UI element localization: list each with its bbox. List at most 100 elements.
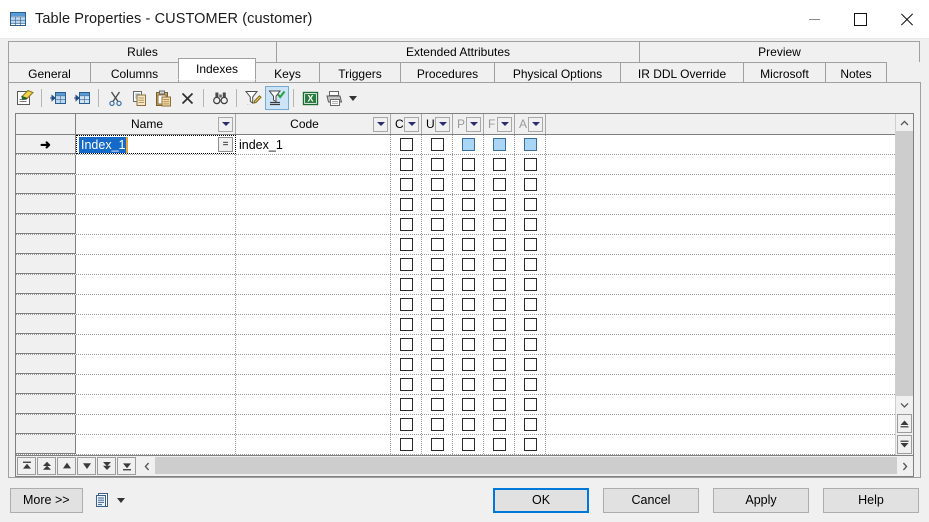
checkbox-p[interactable] — [461, 158, 475, 171]
cut-button[interactable] — [103, 86, 127, 110]
cell-f[interactable] — [484, 315, 515, 334]
checkbox-c[interactable] — [399, 278, 413, 291]
checkbox-p[interactable] — [461, 298, 475, 311]
cell-code[interactable] — [236, 395, 391, 414]
cell-f[interactable] — [484, 435, 515, 454]
cell-code[interactable] — [236, 255, 391, 274]
help-button[interactable]: Help — [823, 487, 919, 513]
cell-f[interactable] — [484, 215, 515, 234]
grid-corner-header[interactable] — [16, 114, 76, 134]
row-header[interactable] — [16, 275, 76, 294]
filter-dropdown-icon-a[interactable] — [528, 116, 543, 132]
cell-c[interactable] — [391, 215, 422, 234]
cell-code[interactable] — [236, 435, 391, 454]
cell-p[interactable] — [453, 175, 484, 194]
column-header-a[interactable]: A — [515, 114, 546, 134]
cell-code[interactable] — [236, 275, 391, 294]
checkbox-f[interactable] — [492, 318, 506, 331]
column-header-p[interactable]: P — [453, 114, 484, 134]
cell-u[interactable] — [422, 335, 453, 354]
checkbox-a[interactable] — [523, 158, 537, 171]
close-button[interactable] — [883, 0, 929, 38]
cell-p[interactable] — [453, 375, 484, 394]
checkbox-f[interactable] — [492, 218, 506, 231]
checkbox-u[interactable] — [430, 238, 444, 251]
cell-u[interactable] — [422, 175, 453, 194]
row-header[interactable]: ➜ — [16, 135, 76, 154]
checkbox-c[interactable] — [399, 218, 413, 231]
cell-name[interactable] — [76, 315, 236, 334]
minimize-button[interactable] — [791, 0, 837, 38]
cell-c[interactable] — [391, 135, 422, 154]
tab-microsoft[interactable]: Microsoft — [743, 62, 826, 84]
vertical-scrollbar[interactable] — [895, 114, 913, 455]
cell-a[interactable] — [515, 415, 546, 434]
checkbox-f[interactable] — [492, 418, 506, 431]
cell-code[interactable] — [236, 215, 391, 234]
print-button[interactable] — [322, 86, 346, 110]
checkbox-u[interactable] — [430, 438, 444, 451]
cell-u[interactable] — [422, 155, 453, 174]
checkbox-p[interactable] — [461, 398, 475, 411]
scroll-bottom-button[interactable] — [897, 435, 912, 454]
checkbox-u[interactable] — [430, 158, 444, 171]
checkbox-p[interactable] — [461, 358, 475, 371]
cell-f[interactable] — [484, 415, 515, 434]
cell-a[interactable] — [515, 395, 546, 414]
toolbar-dropdown-button[interactable] — [346, 86, 360, 110]
nav-page-up-button[interactable] — [37, 457, 56, 475]
checkbox-f[interactable] — [492, 258, 506, 271]
checkbox-u[interactable] — [430, 198, 444, 211]
checkbox-p[interactable] — [461, 178, 475, 191]
checkbox-a[interactable] — [523, 398, 537, 411]
checkbox-u[interactable] — [430, 218, 444, 231]
checkbox-c[interactable] — [399, 318, 413, 331]
checkbox-c[interactable] — [399, 198, 413, 211]
cell-f[interactable] — [484, 175, 515, 194]
checkbox-c[interactable] — [399, 338, 413, 351]
cell-u[interactable] — [422, 255, 453, 274]
cell-name[interactable] — [76, 175, 236, 194]
paste-button[interactable] — [151, 86, 175, 110]
checkbox-a[interactable] — [523, 358, 537, 371]
checkbox-a[interactable] — [523, 178, 537, 191]
cell-u[interactable] — [422, 275, 453, 294]
checkbox-p[interactable] — [461, 238, 475, 251]
cell-code[interactable] — [236, 315, 391, 334]
checkbox-a[interactable] — [523, 298, 537, 311]
cell-p[interactable] — [453, 395, 484, 414]
tab-preview[interactable]: Preview — [639, 41, 920, 62]
cell-name[interactable] — [76, 295, 236, 314]
cell-a[interactable] — [515, 235, 546, 254]
checkbox-u[interactable] — [430, 358, 444, 371]
horizontal-scroll-track[interactable] — [155, 456, 897, 476]
checkbox-c[interactable] — [399, 178, 413, 191]
table-row[interactable] — [16, 335, 895, 355]
cell-a[interactable] — [515, 375, 546, 394]
row-header[interactable] — [16, 295, 76, 314]
cell-name[interactable] — [76, 415, 236, 434]
checkbox-a[interactable] — [523, 238, 537, 251]
cell-c[interactable] — [391, 235, 422, 254]
cell-name[interactable] — [76, 335, 236, 354]
table-row[interactable] — [16, 235, 895, 255]
table-row[interactable] — [16, 435, 895, 455]
checkbox-c[interactable] — [399, 138, 413, 151]
scroll-up-button[interactable] — [896, 114, 913, 131]
cell-name[interactable] — [76, 395, 236, 414]
tab-indexes[interactable]: Indexes — [178, 58, 256, 80]
checkbox-f[interactable] — [492, 138, 506, 151]
cell-c[interactable] — [391, 355, 422, 374]
row-header[interactable] — [16, 435, 76, 454]
cell-f[interactable] — [484, 195, 515, 214]
scroll-right-button[interactable] — [897, 456, 913, 476]
cell-p[interactable] — [453, 235, 484, 254]
table-row[interactable] — [16, 295, 895, 315]
cell-code[interactable] — [236, 195, 391, 214]
cell-a[interactable] — [515, 355, 546, 374]
cell-a[interactable] — [515, 295, 546, 314]
cell-code[interactable] — [236, 155, 391, 174]
cell-p[interactable] — [453, 215, 484, 234]
checkbox-f[interactable] — [492, 158, 506, 171]
row-header[interactable] — [16, 335, 76, 354]
